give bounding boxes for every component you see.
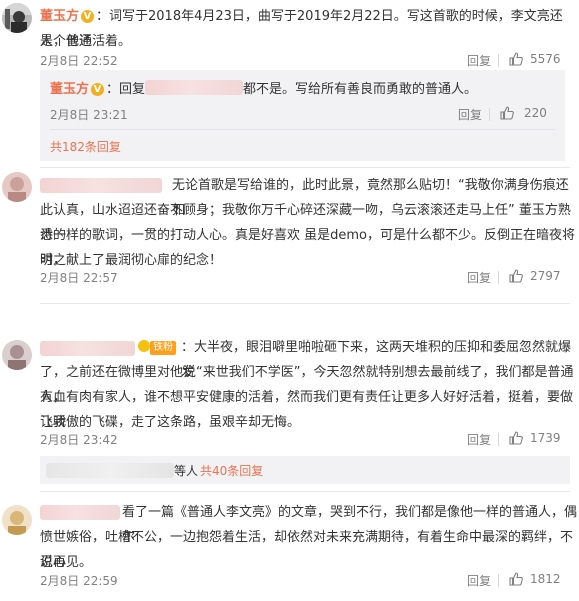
avatar[interactable] <box>2 3 32 33</box>
divider <box>40 303 570 304</box>
comment-time: 2月8日 22:59 <box>40 574 118 588</box>
more-replies-link[interactable]: 共182条回复 <box>50 138 121 155</box>
reply-author[interactable]: 董玉方 <box>50 82 89 97</box>
divider <box>498 271 499 284</box>
comment-author[interactable]: 董玉方 <box>40 9 79 24</box>
verified-v-icon: V <box>81 10 95 23</box>
blurred-username <box>145 80 244 95</box>
avatar[interactable] <box>2 505 32 535</box>
thumbs-up-icon[interactable] <box>508 268 524 288</box>
thumbs-up-icon[interactable] <box>508 571 524 591</box>
divider <box>50 129 555 130</box>
thumbs-up-icon[interactable] <box>499 105 515 125</box>
blurred-username <box>40 505 120 520</box>
divider <box>489 108 490 121</box>
reply-button[interactable]: 回复 <box>467 431 491 448</box>
thumbs-up-icon[interactable] <box>508 51 524 71</box>
reply-suffix: 都不是。写给所有善良而勇敢的普通人。 <box>243 82 478 97</box>
reply-button[interactable]: 回复 <box>467 52 491 69</box>
avatar[interactable] <box>2 172 32 202</box>
reply-button[interactable]: 回复 <box>467 269 491 286</box>
comment-body-line: 愤世嫉俗，吐槽不公，一边抱怨着生活，却依然对未来充满期待，有着生命中最深的羁绊，… <box>40 530 574 570</box>
verified-v-icon: V <box>91 83 105 96</box>
more-replies-link[interactable]: 共40条回复 <box>200 462 263 479</box>
reply-button[interactable]: 回复 <box>458 106 482 123</box>
reply-summary: 等人 共40条回复 <box>40 456 570 484</box>
thumbs-up-icon[interactable] <box>508 430 524 450</box>
divider <box>40 491 570 492</box>
like-count: 220 <box>524 106 547 120</box>
reply-box: 董玉方 V ：回复 都不是。写给所有善良而勇敢的普通人。 2月8日 23:21 回复 … <box>40 70 565 161</box>
reply-time: 2月8日 23:21 <box>50 108 128 122</box>
replies-tail: 等人 <box>174 464 199 478</box>
blurred-usernames <box>46 463 174 478</box>
divider <box>498 54 499 67</box>
reply-prefix: ：回复 <box>106 82 146 97</box>
divider <box>498 433 499 446</box>
like-count: 1812 <box>530 572 561 586</box>
avatar[interactable] <box>2 340 32 370</box>
comment-time: 2月8日 22:57 <box>40 271 118 285</box>
blurred-username <box>40 341 135 356</box>
comment-time: 2月8日 23:42 <box>40 433 118 447</box>
reply-text: 董玉方 V ：回复 都不是。写给所有善良而勇敢的普通人。 <box>50 77 560 102</box>
divider <box>498 574 499 587</box>
fan-badge: 铁粉 <box>138 340 176 355</box>
like-count: 1739 <box>530 431 561 445</box>
like-count: 5576 <box>530 52 561 66</box>
divider <box>40 167 570 168</box>
like-count: 2797 <box>530 269 561 283</box>
blurred-username <box>40 178 162 193</box>
reply-button[interactable]: 回复 <box>467 572 491 589</box>
comment-body-line2: 人，他还活着。 <box>40 34 132 49</box>
comment-time: 2月8日 22:52 <box>40 54 118 68</box>
